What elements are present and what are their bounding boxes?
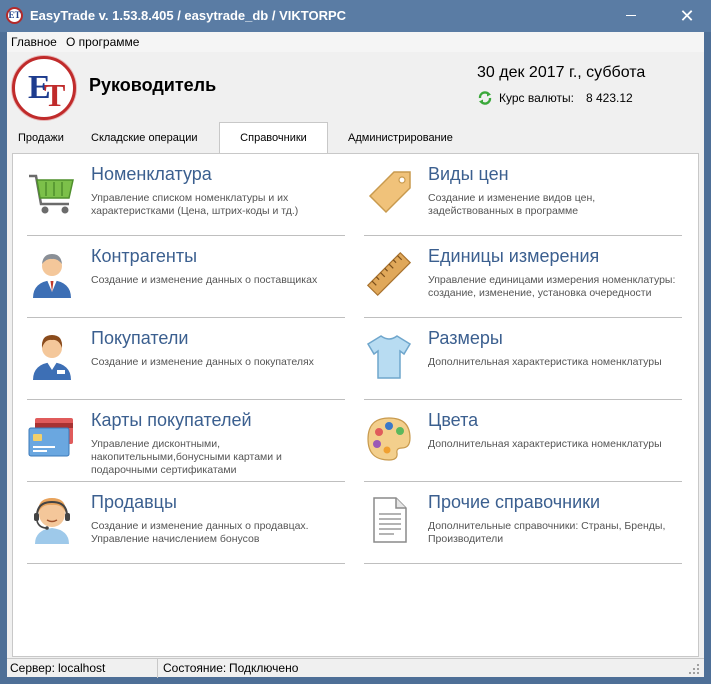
menu-bar: Главное О программе [7,32,704,52]
menu-item-main[interactable]: Главное [11,35,57,49]
card-title: Номенклатура [91,164,212,184]
connection-state-label: Состояние: [163,661,227,675]
app-window: ET EasyTrade v. 1.53.8.405 / easytrade_d… [0,0,711,684]
card-sizes[interactable]: Размеры Дополнительная характеристика но… [364,318,682,400]
card-sellers[interactable]: Продавцы Создание и изменение данных о п… [27,482,345,564]
shopping-cart-icon [29,174,74,214]
title-bar[interactable]: ET EasyTrade v. 1.53.8.405 / easytrade_d… [0,0,711,32]
card-description: Дополнительная характеристика номенклату… [428,438,662,450]
card-description: Создание и изменение видов цен, задейств… [428,192,596,217]
card-units[interactable]: Единицы измерения Управление единицами и… [364,236,682,318]
card-counterparties[interactable]: Контрагенты Создание и изменение данных … [27,236,345,318]
card-description: Дополнительные справочники: Страны, Брен… [428,520,666,545]
card-title: Единицы измерения [428,246,600,266]
tab-references[interactable]: Справочники [219,122,328,154]
menu-item-about[interactable]: О программе [66,35,139,49]
card-customer-cards[interactable]: Карты покупателей Управление дисконтными… [27,400,345,482]
main-client-area: Главное О программе E T Руководитель 30 … [7,32,704,678]
tab-warehouse[interactable]: Складские операции [91,132,197,144]
status-bar: Сервер: localhost Состояние: Подключено [7,658,704,678]
card-description: Создание и изменение данных о покупателя… [91,356,314,368]
tab-sales[interactable]: Продажи [18,132,64,144]
company-logo: E T [12,56,76,120]
card-title: Цвета [428,410,479,430]
card-description: Дополнительная характеристика номенклату… [428,356,662,368]
card-description: Управление дисконтными, накопительными,б… [91,438,282,476]
tshirt-icon [366,335,412,379]
status-separator [157,659,158,678]
card-title: Размеры [428,328,503,348]
card-title: Виды цен [428,164,509,184]
references-panel: Номенклатура Управление списком номенкла… [12,153,699,657]
window-title: EasyTrade v. 1.53.8.405 / easytrade_db /… [30,8,347,23]
card-title: Покупатели [91,328,189,348]
card-customers[interactable]: Покупатели Создание и изменение данных о… [27,318,345,400]
app-logo-icon: ET [6,7,23,24]
user-role: Руководитель [89,75,217,95]
card-other-references[interactable]: Прочие справочники Дополнительные справо… [364,482,682,564]
minimize-icon [626,15,636,16]
card-description: Создание и изменение данных о продавцах.… [91,520,309,545]
tab-bar: Продажи Складские операции Справочники А… [7,122,704,154]
ruler-icon [366,251,412,297]
server-label: Сервер: [10,661,55,675]
card-colors[interactable]: Цвета Дополнительная характеристика номе… [364,400,682,482]
cards-icon [28,418,73,457]
card-nomenclature[interactable]: Номенклатура Управление списком номенкла… [27,154,345,236]
close-button[interactable]: ✕ [664,0,710,32]
logo-letter-t: T [44,77,66,113]
businessman-icon [33,254,71,298]
customer-icon [33,335,71,380]
currency-rate-label: Курс валюты: [499,91,574,105]
server-value: localhost [58,661,106,675]
card-description: Управление единицами измерения номенклат… [428,274,676,299]
current-date: 30 дек 2017 г., суббота [477,64,646,81]
card-description: Управление списком номенклатуры и их хар… [91,192,299,217]
card-title: Контрагенты [91,246,198,266]
price-tag-icon [368,171,411,214]
card-title: Продавцы [91,492,177,512]
refresh-rate-icon[interactable] [477,90,493,106]
resize-grip-icon[interactable] [689,664,700,675]
tab-administration[interactable]: Администрирование [348,132,453,144]
currency-rate-value: 8 423.12 [586,91,633,105]
card-description: Создание и изменение данных о поставщика… [91,274,318,286]
card-title: Карты покупателей [91,410,252,430]
palette-icon [367,417,411,461]
seller-headset-icon [34,498,70,544]
document-icon [373,497,407,543]
minimize-button[interactable] [608,0,654,32]
connection-state-value: Подключено [229,661,299,675]
card-price-types[interactable]: Виды цен Создание и изменение видов цен,… [364,154,682,236]
card-title: Прочие справочники [428,492,601,512]
